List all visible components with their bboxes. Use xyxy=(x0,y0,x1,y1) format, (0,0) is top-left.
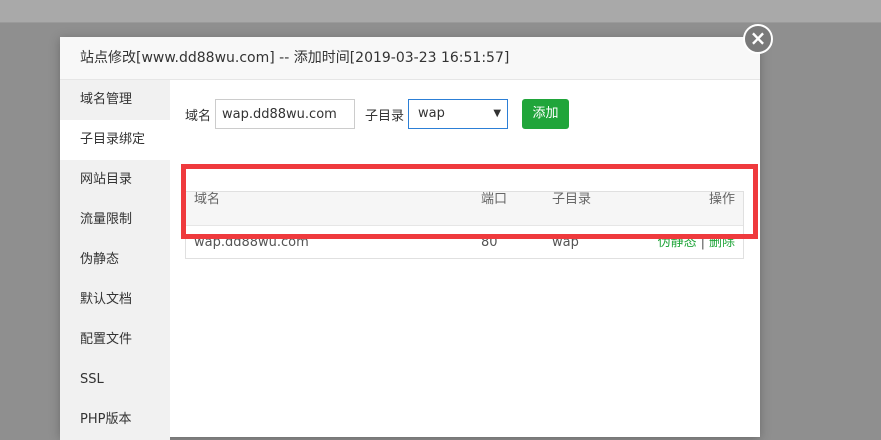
delete-link[interactable]: 删除 xyxy=(709,235,735,250)
row-domain: wap.dd88wu.com xyxy=(194,235,309,250)
site-edit-dialog: 站点修改[www.dd88wu.com] -- 添加时间[2019-03-23 … xyxy=(60,37,760,440)
sidebar-item-site-directory[interactable]: 网站目录 xyxy=(60,160,170,200)
operation-separator: | xyxy=(700,235,705,250)
add-binding-form: 域名 子目录 wap ▼ 添加 xyxy=(185,99,570,129)
sidebar-item-config-file[interactable]: 配置文件 xyxy=(60,320,170,360)
dialog-title: 站点修改[www.dd88wu.com] -- 添加时间[2019-03-23 … xyxy=(60,37,760,80)
header-subdirectory: 子目录 xyxy=(552,192,592,207)
sidebar-item-ssl[interactable]: SSL xyxy=(60,360,170,400)
close-icon[interactable]: × xyxy=(743,24,773,54)
add-button[interactable]: 添加 xyxy=(522,99,570,129)
sidebar-item-domain-management[interactable]: 域名管理 xyxy=(60,80,170,120)
header-operation: 操作 xyxy=(708,192,735,207)
background-window-strip xyxy=(0,0,881,23)
dropdown-arrow-icon: ▼ xyxy=(493,108,502,119)
subdirectory-binding-table: 域名 端口 子目录 操作 wap.dd88wu.com 80 wap 伪静态 | 删… xyxy=(185,191,744,259)
rewrite-link[interactable]: 伪静态 xyxy=(658,235,697,250)
row-operations: 伪静态 | 删除 xyxy=(658,226,735,259)
sidebar-item-subdirectory-binding[interactable]: 子目录绑定 xyxy=(60,120,170,160)
domain-label: 域名 xyxy=(185,108,212,124)
sidebar-item-rewrite[interactable]: 伪静态 xyxy=(60,240,170,280)
content-panel: 域名 子目录 wap ▼ 添加 域名 端口 子目录 操作 wap.dd88wu.… xyxy=(170,80,760,440)
sidebar-item-traffic-limit[interactable]: 流量限制 xyxy=(60,200,170,240)
subdirectory-label: 子目录 xyxy=(365,108,405,124)
sidebar-item-default-document[interactable]: 默认文档 xyxy=(60,280,170,320)
header-domain: 域名 xyxy=(194,192,221,207)
domain-input[interactable] xyxy=(215,99,356,129)
sidebar: 域名管理 子目录绑定 网站目录 流量限制 伪静态 默认文档 配置文件 SSL P… xyxy=(60,80,170,440)
subdirectory-select-value: wap xyxy=(418,106,445,121)
sidebar-item-php-version[interactable]: PHP版本 xyxy=(60,400,170,440)
row-subdirectory: wap xyxy=(552,235,579,250)
header-port: 端口 xyxy=(481,192,508,207)
subdirectory-select[interactable]: wap ▼ xyxy=(408,99,509,129)
row-port: 80 xyxy=(481,235,498,250)
table-header: 域名 端口 子目录 操作 xyxy=(186,192,743,226)
table-row: wap.dd88wu.com 80 wap 伪静态 | 删除 xyxy=(186,226,743,260)
